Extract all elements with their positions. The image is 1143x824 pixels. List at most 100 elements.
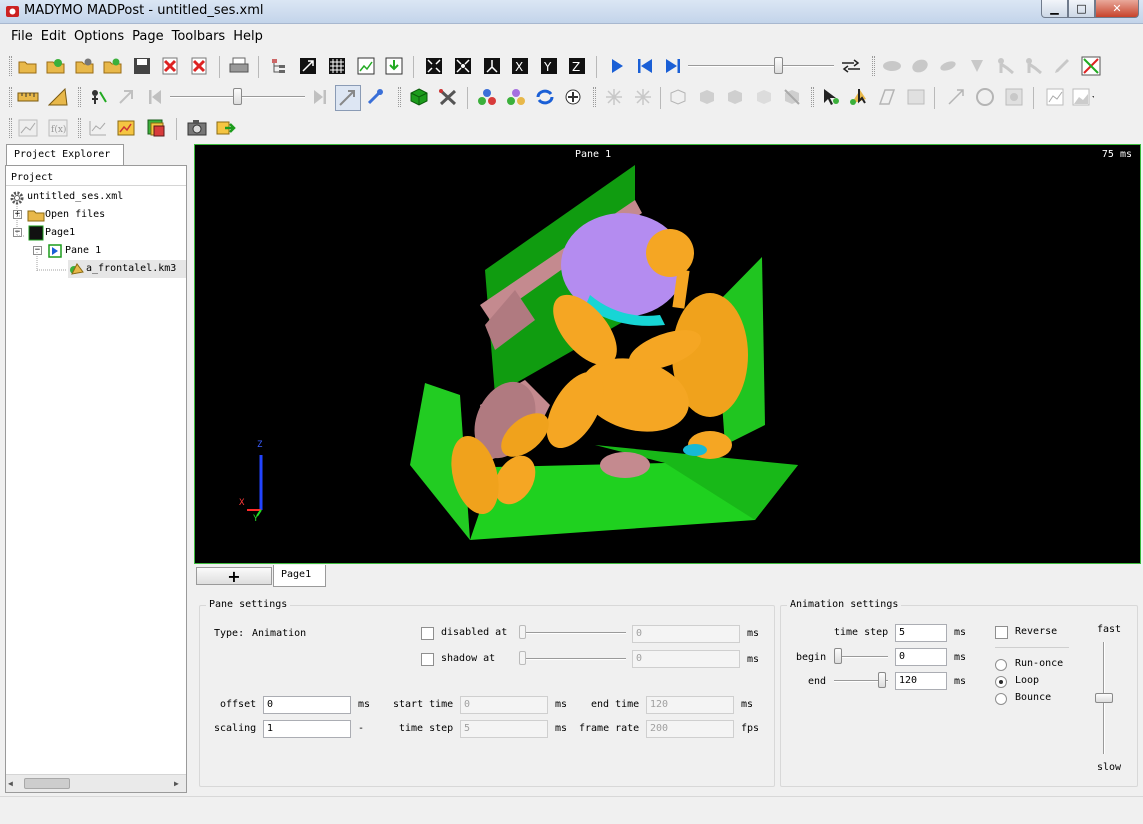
begin-slider-thumb[interactable] [834, 648, 842, 664]
molecule-2-icon[interactable] [505, 86, 527, 108]
menu-edit[interactable]: Edit [38, 26, 69, 44]
stretch-icon[interactable] [1080, 55, 1102, 77]
anim-time-step-label: time step [834, 627, 889, 638]
step-end-icon[interactable] [662, 55, 684, 77]
view-y-icon[interactable]: Y [538, 55, 560, 77]
speed-slider-thumb[interactable] [1095, 693, 1113, 703]
export-image-icon[interactable] [215, 117, 237, 139]
pointer-2-icon[interactable] [848, 86, 870, 108]
menu-toolbars[interactable]: Toolbars [169, 26, 229, 44]
rewind-icon[interactable] [634, 55, 656, 77]
scroll-thumb[interactable] [24, 778, 70, 789]
play-icon[interactable] [606, 55, 628, 77]
reverse-checkbox[interactable] [995, 626, 1008, 639]
layers-icon[interactable] [145, 117, 167, 139]
reload-icon[interactable] [45, 55, 67, 77]
window-title: MADYMO MADPost - untitled_ses.xml [24, 3, 264, 18]
open-icon[interactable] [17, 55, 39, 77]
tools-icon[interactable] [437, 86, 459, 108]
start-time-label: start time [393, 699, 454, 710]
tab-project-explorer[interactable]: Project Explorer [6, 144, 124, 166]
close-all-icon[interactable] [188, 55, 210, 77]
scaling-field[interactable]: 1 [263, 720, 351, 738]
end-slider-thumb[interactable] [878, 672, 886, 688]
end-field[interactable]: 120 [895, 672, 947, 690]
box-3-icon [753, 86, 775, 108]
grid-icon[interactable] [326, 55, 348, 77]
axes-icon[interactable] [481, 55, 503, 77]
run-once-radio[interactable] [995, 659, 1007, 671]
menu-file[interactable]: File [8, 26, 36, 44]
box-1-icon [696, 86, 718, 108]
begin-field[interactable]: 0 [895, 648, 947, 666]
step-back-icon [144, 86, 166, 108]
image-edit-icon[interactable] [116, 117, 138, 139]
add-session-icon[interactable] [102, 55, 124, 77]
shadow-at-slider-thumb [519, 651, 526, 665]
select-icon[interactable] [87, 86, 109, 108]
minimize-button[interactable]: ▁ [1041, 0, 1068, 18]
scroll-right-icon[interactable]: ▶ [174, 779, 179, 788]
plus-icon[interactable] [562, 86, 584, 108]
link-icon[interactable] [840, 55, 862, 77]
scroll-left-icon[interactable]: ◀ [8, 779, 13, 788]
chart-image-icon[interactable] [355, 55, 377, 77]
status-bar [0, 796, 1143, 824]
loop-radio[interactable] [995, 676, 1007, 688]
shadow-at-checkbox[interactable] [421, 653, 434, 666]
crash-scene[interactable]: Z X Y [195, 145, 1140, 563]
menu-page[interactable]: Page [129, 26, 166, 44]
anim-time-step-field[interactable]: 5 [895, 624, 947, 642]
view-z-icon[interactable]: Z [566, 55, 588, 77]
picture-icon [1003, 86, 1025, 108]
add-page-button[interactable]: + [196, 567, 272, 586]
time-slider-track[interactable] [688, 65, 834, 67]
svg-text:f(x): f(x) [51, 124, 66, 135]
disabled-at-unit: ms [747, 628, 760, 639]
ghost-1-icon [881, 55, 903, 77]
bounce-radio[interactable] [995, 693, 1007, 705]
fit-icon[interactable] [297, 55, 319, 77]
offset-field[interactable]: 0 [263, 696, 351, 714]
time-slider-thumb[interactable] [774, 57, 783, 74]
tab-page1[interactable]: Page1 [273, 565, 326, 587]
save-icon[interactable] [131, 55, 153, 77]
zoom-all-icon[interactable] [452, 55, 474, 77]
viewport-3d[interactable]: Pane 1 75 ms Z X Y [194, 144, 1141, 564]
box-wire-icon [667, 86, 689, 108]
disabled-at-label: disabled at [441, 627, 508, 638]
axis-x-label: X [239, 498, 245, 508]
angle-icon[interactable] [47, 86, 69, 108]
ruler-icon[interactable] [17, 86, 39, 108]
maximize-button[interactable]: □ [1068, 0, 1095, 18]
pointer-icon[interactable] [820, 86, 842, 108]
zoom-fit-icon[interactable] [423, 55, 445, 77]
shadow-at-slider [519, 658, 626, 660]
tree-icon[interactable] [268, 55, 290, 77]
begin-slider-track[interactable] [834, 656, 888, 658]
menu-help[interactable]: Help [230, 26, 266, 44]
export-icon[interactable] [383, 55, 405, 77]
disabled-at-checkbox[interactable] [421, 627, 434, 640]
cursor-gray-icon [116, 86, 138, 108]
dummy-icon [994, 55, 1016, 77]
reverse-label: Reverse [1015, 626, 1058, 637]
close-button[interactable]: ✕ [1095, 0, 1139, 18]
frame-slider-thumb[interactable] [233, 88, 242, 105]
measure-icon[interactable] [365, 86, 387, 108]
pick-icon[interactable] [335, 85, 361, 111]
toolbar-grip[interactable] [9, 56, 12, 76]
view-x-icon[interactable]: X [509, 55, 531, 77]
print-icon[interactable] [228, 55, 250, 77]
pen-icon [1051, 55, 1073, 77]
cube-icon[interactable] [408, 86, 430, 108]
explorer-horizontal-scrollbar[interactable]: ◀ ▶ [6, 774, 186, 792]
refresh-icon[interactable] [534, 86, 556, 108]
menu-options[interactable]: Options [71, 26, 127, 44]
close-file-icon[interactable] [159, 55, 181, 77]
menu-bar: File Edit Options Page Toolbars Help [0, 25, 1143, 47]
molecule-icon[interactable] [476, 86, 498, 108]
open-session-icon[interactable] [74, 55, 96, 77]
type-label: Type: [214, 628, 245, 639]
camera-icon[interactable] [186, 117, 208, 139]
